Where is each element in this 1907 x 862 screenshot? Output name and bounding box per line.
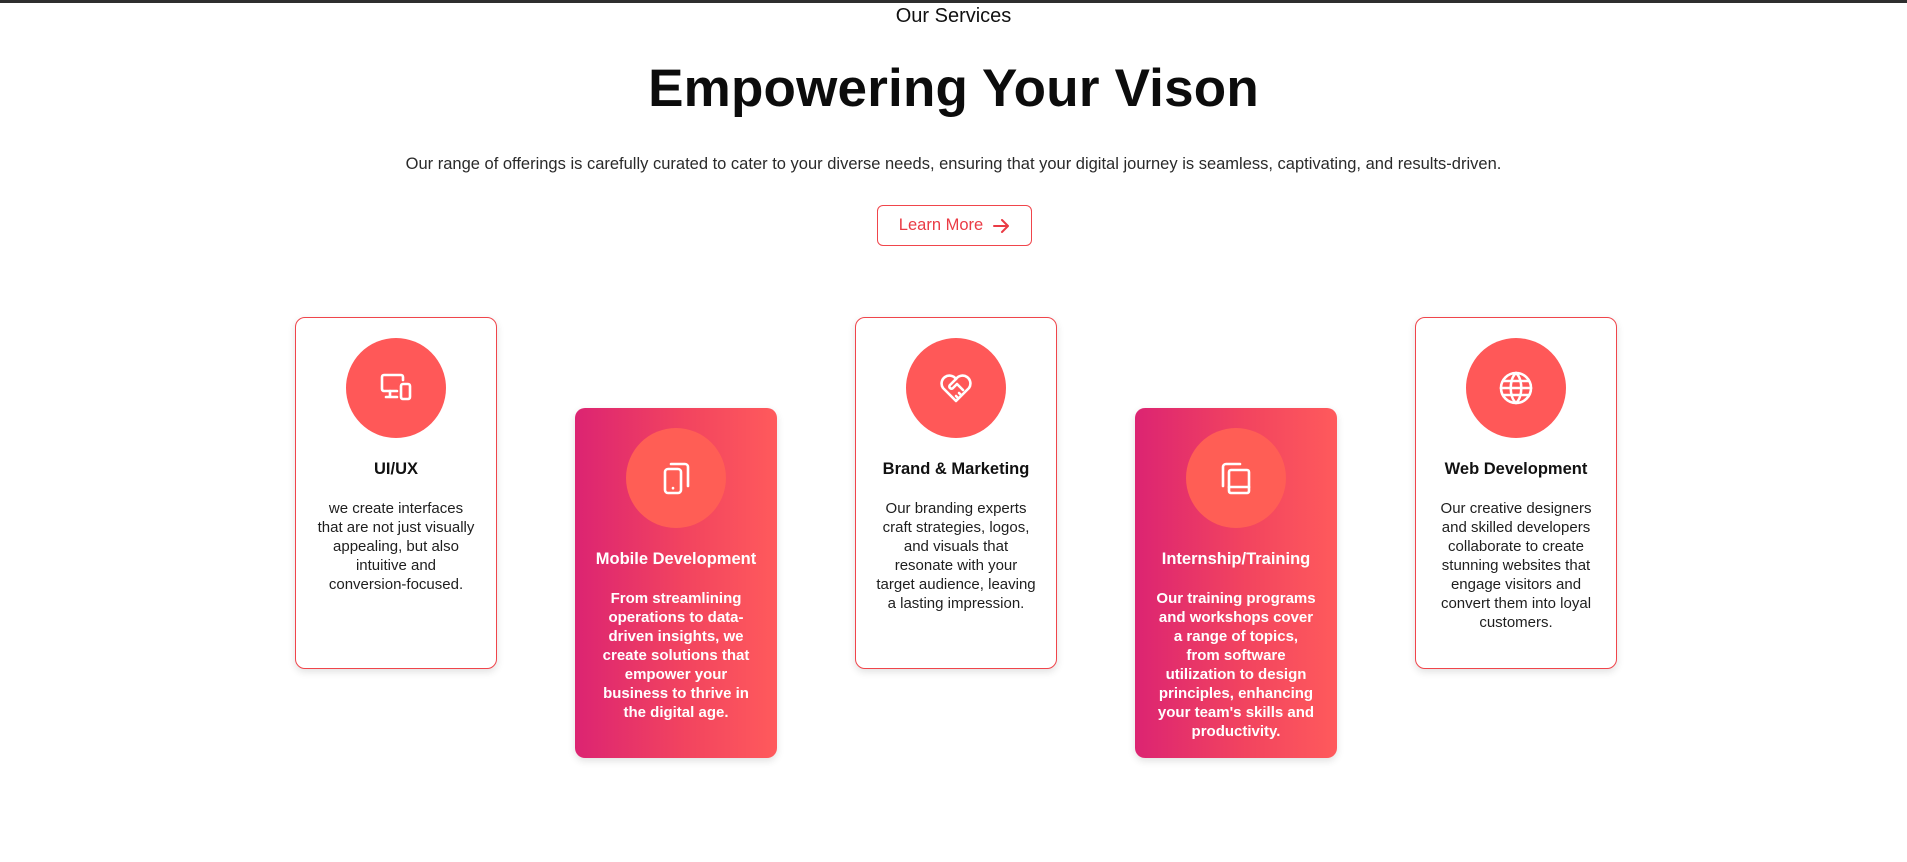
- service-card-web-development[interactable]: Web Development Our creative designers a…: [1415, 317, 1617, 669]
- globe-icon: [1499, 371, 1533, 405]
- section-lead: Our range of offerings is carefully cura…: [405, 155, 1502, 173]
- card-title: Brand & Marketing: [882, 460, 1030, 478]
- services-section: Our Services Empowering Your Vison Our r…: [0, 0, 1907, 862]
- icon-badge: [626, 428, 726, 528]
- devices-icon: [380, 373, 412, 401]
- icon-badge: [1186, 428, 1286, 528]
- icon-badge: [1466, 338, 1566, 438]
- card-title: Web Development: [1444, 460, 1588, 478]
- mobile-icon: [663, 462, 690, 495]
- icon-badge: [906, 338, 1006, 438]
- service-card-brand-marketing[interactable]: Brand & Marketing Our branding experts c…: [855, 317, 1057, 669]
- card-title: Mobile Development: [595, 550, 757, 568]
- card-description: From streamlining operations to data-dri…: [602, 590, 750, 721]
- card-description: Our creative designers and skilled devel…: [1440, 500, 1592, 631]
- heart-handshake-icon: [940, 374, 972, 403]
- card-description: Our training programs and workshops cove…: [1156, 590, 1316, 740]
- card-title: UI/UX: [373, 460, 418, 478]
- top-divider: [0, 0, 1907, 3]
- card-description: Our branding experts craft strategies, l…: [876, 500, 1036, 612]
- service-card-internship-training[interactable]: Internship/Training Our training program…: [1135, 408, 1337, 758]
- arrow-right-icon: [993, 218, 1010, 233]
- learn-more-button[interactable]: Learn More: [877, 205, 1032, 246]
- book-icon: [1221, 462, 1251, 495]
- card-title: Internship/Training: [1161, 550, 1311, 568]
- card-description: we create interfaces that are not just v…: [317, 500, 475, 593]
- service-card-ui-ux[interactable]: UI/UX we create interfaces that are not …: [295, 317, 497, 669]
- section-headline: Empowering Your Vison: [648, 59, 1259, 118]
- section-eyebrow: Our Services: [895, 5, 1012, 27]
- service-card-mobile-development[interactable]: Mobile Development From streamlining ope…: [575, 408, 777, 758]
- icon-badge: [346, 338, 446, 438]
- learn-more-label: Learn More: [898, 216, 984, 234]
